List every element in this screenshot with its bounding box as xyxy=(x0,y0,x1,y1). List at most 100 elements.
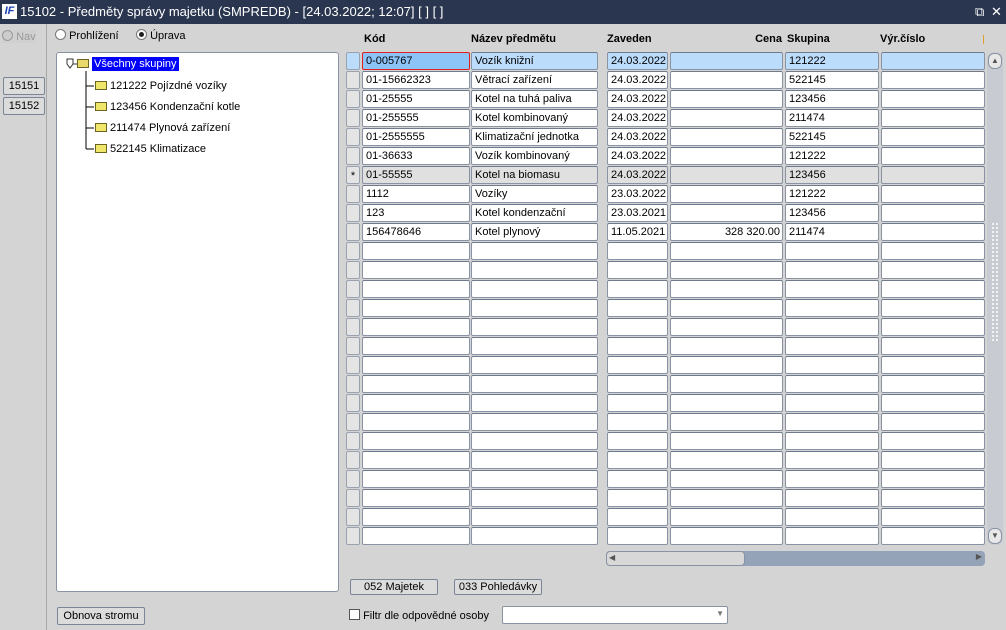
cell-nazev[interactable]: Větrací zařízení xyxy=(471,71,598,89)
cell-kod[interactable] xyxy=(362,261,470,279)
cell-skupina[interactable]: 211474 xyxy=(785,223,879,241)
cell-zaveden[interactable]: 24.03.2022 xyxy=(607,52,668,70)
cell-zaveden[interactable] xyxy=(607,337,668,355)
tree-node[interactable]: 121222 Pojízdné vozíky xyxy=(95,77,227,95)
scroll-right-icon[interactable]: ▶ xyxy=(976,552,982,561)
row-indicator[interactable]: * xyxy=(346,166,360,184)
person-select[interactable]: ▼ xyxy=(502,606,728,624)
cell-cena[interactable] xyxy=(670,242,783,260)
cell-vyr[interactable] xyxy=(881,299,985,317)
cell-nazev[interactable] xyxy=(471,299,598,317)
cell-nazev[interactable]: Vozík kombinovaný xyxy=(471,147,598,165)
tree-node[interactable]: 522145 Klimatizace xyxy=(95,140,206,158)
cell-zaveden[interactable] xyxy=(607,375,668,393)
cell-zaveden[interactable] xyxy=(607,413,668,431)
cell-skupina[interactable]: 123456 xyxy=(785,204,879,222)
cell-nazev[interactable] xyxy=(471,508,598,526)
cell-kod[interactable] xyxy=(362,318,470,336)
row-indicator[interactable] xyxy=(346,147,360,165)
restore-icon[interactable]: ⧉ xyxy=(975,0,984,24)
cell-kod[interactable] xyxy=(362,299,470,317)
row-indicator[interactable] xyxy=(346,109,360,127)
cell-cena[interactable] xyxy=(670,451,783,469)
row-indicator[interactable] xyxy=(346,413,360,431)
cell-nazev[interactable] xyxy=(471,261,598,279)
row-indicator[interactable] xyxy=(346,299,360,317)
cell-kod[interactable] xyxy=(362,280,470,298)
cell-nazev[interactable] xyxy=(471,375,598,393)
cell-skupina[interactable]: 522145 xyxy=(785,128,879,146)
cell-zaveden[interactable] xyxy=(607,242,668,260)
pohledavky-button[interactable]: 033 Pohledávky xyxy=(454,579,542,595)
cell-skupina[interactable] xyxy=(785,470,879,488)
cell-kod[interactable]: 01-15662323 xyxy=(362,71,470,89)
cell-vyr[interactable] xyxy=(881,356,985,374)
cell-kod[interactable] xyxy=(362,432,470,450)
row-indicator[interactable] xyxy=(346,185,360,203)
cell-vyr[interactable] xyxy=(881,204,985,222)
cell-skupina[interactable] xyxy=(785,489,879,507)
row-indicator[interactable] xyxy=(346,242,360,260)
cell-zaveden[interactable]: 11.05.2021 xyxy=(607,223,668,241)
cell-skupina[interactable] xyxy=(785,318,879,336)
row-indicator[interactable] xyxy=(346,128,360,146)
cell-vyr[interactable] xyxy=(881,223,985,241)
cell-nazev[interactable]: Kotel kondenzační xyxy=(471,204,598,222)
cell-skupina[interactable]: 211474 xyxy=(785,109,879,127)
cell-skupina[interactable] xyxy=(785,242,879,260)
row-indicator[interactable] xyxy=(346,394,360,412)
cell-cena[interactable] xyxy=(670,413,783,431)
row-indicator[interactable] xyxy=(346,489,360,507)
edit-mode-radio[interactable]: Úprava xyxy=(136,29,186,42)
cell-nazev[interactable] xyxy=(471,280,598,298)
cell-skupina[interactable]: 121222 xyxy=(785,52,879,70)
cell-nazev[interactable]: Vozíky xyxy=(471,185,598,203)
cell-zaveden[interactable] xyxy=(607,527,668,545)
cell-nazev[interactable] xyxy=(471,413,598,431)
cell-nazev[interactable] xyxy=(471,318,598,336)
cell-skupina[interactable] xyxy=(785,261,879,279)
cell-cena[interactable]: 328 320.00 xyxy=(670,223,783,241)
cell-vyr[interactable] xyxy=(881,470,985,488)
cell-kod[interactable]: 156478646 xyxy=(362,223,470,241)
cell-zaveden[interactable]: 24.03.2022 xyxy=(607,128,668,146)
cell-nazev[interactable] xyxy=(471,356,598,374)
cell-cena[interactable] xyxy=(670,318,783,336)
cell-zaveden[interactable]: 24.03.2022 xyxy=(607,90,668,108)
cell-cena[interactable] xyxy=(670,128,783,146)
cell-nazev[interactable]: Kotel na tuhá paliva xyxy=(471,90,598,108)
cell-nazev[interactable] xyxy=(471,470,598,488)
cell-kod[interactable] xyxy=(362,394,470,412)
cell-nazev[interactable] xyxy=(471,451,598,469)
scroll-left-icon[interactable]: ◀ xyxy=(609,553,615,562)
close-icon[interactable]: ✕ xyxy=(991,0,1002,24)
scroll-up-icon[interactable]: ▲ xyxy=(988,53,1002,69)
button-15151[interactable]: 15151 xyxy=(3,77,45,95)
cell-kod[interactable]: 01-2555555 xyxy=(362,128,470,146)
cell-nazev[interactable]: Kotel na biomasu xyxy=(471,166,598,184)
cell-skupina[interactable]: 123456 xyxy=(785,166,879,184)
cell-zaveden[interactable] xyxy=(607,470,668,488)
cell-vyr[interactable] xyxy=(881,375,985,393)
cell-vyr[interactable] xyxy=(881,242,985,260)
cell-skupina[interactable]: 121222 xyxy=(785,147,879,165)
vertical-scrollbar[interactable]: ▲ ▼ xyxy=(987,52,1003,545)
cell-vyr[interactable] xyxy=(881,508,985,526)
cell-kod[interactable] xyxy=(362,508,470,526)
checkbox-icon[interactable] xyxy=(349,609,360,620)
cell-vyr[interactable] xyxy=(881,489,985,507)
tree-node[interactable]: 211474 Plynová zařízení xyxy=(95,119,230,137)
cell-zaveden[interactable]: 23.03.2022 xyxy=(607,185,668,203)
cell-cena[interactable] xyxy=(670,527,783,545)
cell-cena[interactable] xyxy=(670,432,783,450)
cell-kod[interactable]: 01-55555 xyxy=(362,166,470,184)
cell-vyr[interactable] xyxy=(881,52,985,70)
cell-vyr[interactable] xyxy=(881,185,985,203)
cell-skupina[interactable] xyxy=(785,356,879,374)
cell-skupina[interactable] xyxy=(785,432,879,450)
cell-nazev[interactable] xyxy=(471,527,598,545)
cell-zaveden[interactable] xyxy=(607,508,668,526)
row-indicator[interactable] xyxy=(346,90,360,108)
cell-vyr[interactable] xyxy=(881,337,985,355)
cell-cena[interactable] xyxy=(670,489,783,507)
